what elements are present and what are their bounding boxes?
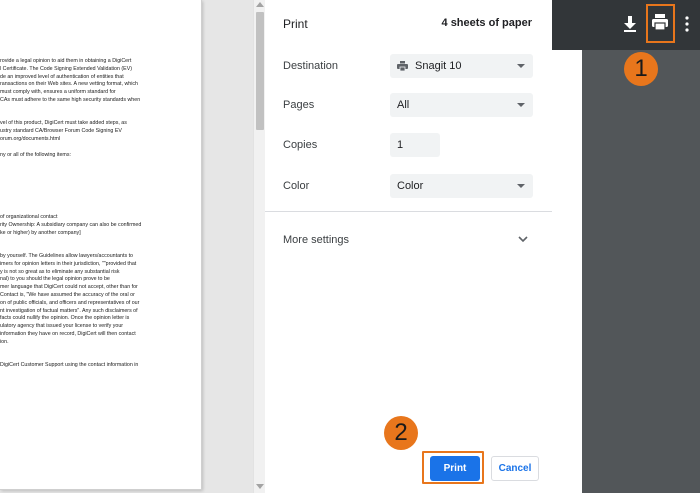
pages-select[interactable]: All — [390, 93, 533, 117]
preview-text-line: imers for opinion letters in their juris… — [0, 260, 137, 267]
preview-text-line: orum.org/documents.html — [0, 136, 61, 142]
preview-text-line: de an improved level of authentication o… — [0, 73, 124, 80]
preview-text-line: l Certificate. The Code Signing Extended… — [0, 65, 133, 72]
color-select[interactable]: Color — [390, 174, 533, 198]
preview-text-line: ke or higher) by another company] — [0, 229, 81, 236]
preview-text-line: of organizational contact — [0, 214, 58, 220]
preview-text-line: CAs must adhere to the same high securit… — [0, 97, 141, 103]
dialog-title: Print — [283, 17, 308, 31]
preview-scrollbar[interactable] — [253, 0, 265, 493]
preview-text-line: ion. — [0, 338, 9, 345]
dialog-header: Print 4 sheets of paper — [265, 0, 552, 48]
dropdown-caret-icon — [517, 184, 525, 188]
preview-text-line: information they have on record, DigiCer… — [0, 331, 136, 337]
preview-text-line: must comply with, ensures a uniform stan… — [0, 89, 116, 96]
download-icon[interactable] — [622, 15, 638, 33]
viewer-toolbar — [552, 0, 700, 50]
section-divider — [265, 211, 552, 212]
preview-text-line: DigiCert Customer Support using the cont… — [0, 362, 139, 369]
preview-page: rovide a legal opinion to aid them in ob… — [0, 0, 202, 490]
destination-select[interactable]: Snagit 10 — [390, 54, 533, 78]
preview-text-line: by yourself. The Guidelines allow lawyer… — [0, 253, 133, 259]
print-button[interactable]: Print — [430, 456, 480, 481]
preview-text-line: on of public officials, and officers and… — [0, 299, 140, 306]
scroll-thumb[interactable] — [256, 12, 264, 130]
scroll-down-arrow-icon[interactable] — [256, 484, 264, 489]
step-2-badge: 2 — [384, 416, 418, 450]
dropdown-caret-icon — [517, 64, 525, 68]
preview-text-line: nal) to you should the legal opinion pro… — [0, 276, 110, 283]
preview-text-line: ulatory agency that issued your license … — [0, 323, 124, 330]
more-settings-label: More settings — [283, 234, 350, 246]
preview-text-line: nt investigation of factual matters". An… — [0, 307, 138, 314]
chevron-down-icon — [518, 236, 528, 243]
scroll-up-arrow-icon[interactable] — [256, 2, 264, 7]
preview-text-line: y is not so great as to eliminate any su… — [0, 268, 120, 275]
preview-text-line: mer language that DigiCert could not acc… — [0, 284, 138, 291]
step-1-badge: 1 — [624, 52, 658, 86]
destination-label: Destination — [283, 60, 339, 72]
more-options-icon[interactable] — [685, 16, 689, 32]
preview-text-line: ny or all of the following items: — [0, 151, 71, 158]
destination-value: Snagit 10 — [415, 60, 462, 72]
preview-text-line: rovide a legal opinion to aid them in ob… — [0, 58, 132, 64]
viewer-page — [552, 50, 582, 493]
preview-text-line: rity Ownership: A subsidiary company can… — [0, 221, 142, 228]
printer-icon — [397, 61, 408, 71]
more-settings-toggle[interactable]: More settings — [265, 222, 552, 258]
dropdown-caret-icon — [517, 103, 525, 107]
print-preview-area: rovide a legal opinion to aid them in ob… — [0, 0, 253, 493]
color-label: Color — [283, 180, 310, 192]
preview-text-line: ustry standard CA/Browser Forum Code Sig… — [0, 128, 122, 135]
print-icon-highlight — [646, 4, 675, 43]
color-value: Color — [397, 180, 424, 192]
copies-input[interactable]: 1 — [390, 133, 440, 157]
copies-label: Copies — [283, 139, 318, 151]
preview-text-line: Contact is, "We have assumed the accurac… — [0, 292, 135, 298]
copies-value: 1 — [397, 139, 404, 151]
pages-label: Pages — [283, 99, 315, 111]
cancel-button[interactable]: Cancel — [491, 456, 539, 481]
pages-value: All — [397, 99, 410, 111]
preview-text-line: facts could nullify the opinion. Once th… — [0, 315, 130, 322]
preview-text-line: ransactions on their Web sites. A new ve… — [0, 81, 138, 88]
preview-text-line: vel of this product, DigiCert must take … — [0, 120, 127, 127]
sheet-count: 4 sheets of paper — [441, 17, 532, 29]
